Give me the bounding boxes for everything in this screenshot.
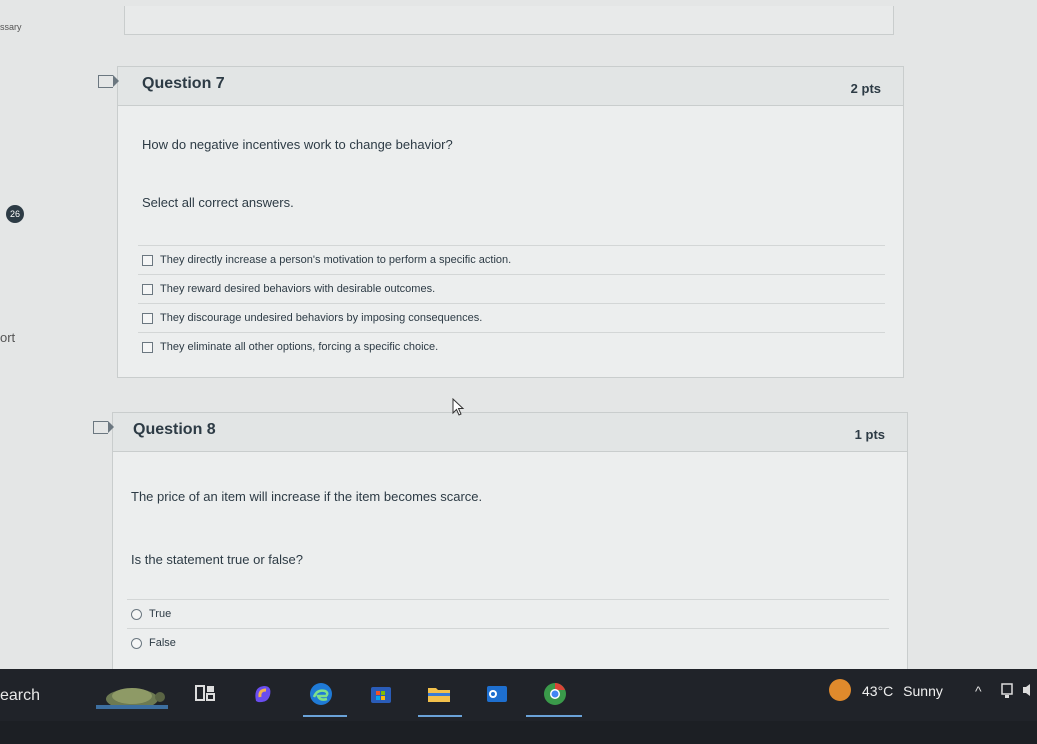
question-8-points: 1 pts [854, 427, 885, 442]
edge-icon[interactable] [308, 681, 334, 707]
volume-icon[interactable] [1022, 683, 1034, 700]
chrome-icon[interactable] [542, 681, 568, 707]
notification-badge[interactable]: 26 [6, 205, 24, 223]
explorer-active-indicator [418, 715, 462, 717]
taskbar-search[interactable]: earch [0, 687, 40, 705]
copilot-icon[interactable] [250, 681, 276, 707]
question-8-answer-list: True False [127, 599, 889, 657]
checkbox[interactable] [142, 313, 153, 324]
search-highlight-turtle-icon[interactable] [92, 675, 172, 715]
chevron-up-icon[interactable]: ^ [975, 683, 982, 699]
answer-option[interactable]: They eliminate all other options, forcin… [138, 332, 885, 361]
question-8-title: Question 8 [133, 421, 216, 438]
answer-option[interactable]: True [127, 599, 889, 628]
file-explorer-icon[interactable] [426, 681, 452, 707]
weather-description: Sunny [903, 683, 943, 699]
question-7-points: 2 pts [850, 81, 881, 96]
weather-widget[interactable]: 43°C Sunny [862, 683, 943, 699]
chrome-active-indicator [526, 715, 582, 717]
weather-temperature: 43°C [862, 683, 894, 699]
question-8-instruction: Is the statement true or false? [131, 552, 303, 567]
radio-button[interactable] [131, 609, 142, 620]
question-7-prompt: How do negative incentives work to chang… [142, 137, 453, 152]
store-icon[interactable] [368, 681, 394, 707]
checkbox[interactable] [142, 284, 153, 295]
sidebar-label-top: ssary [0, 22, 22, 32]
checkbox[interactable] [142, 255, 153, 266]
question-7-title: Question 7 [142, 75, 225, 92]
flag-question-icon[interactable] [98, 75, 119, 88]
question-8-header: Question 8 1 pts [93, 413, 907, 452]
answer-option[interactable]: False [127, 628, 889, 657]
taskbar: earch 43°C Sunny ^ [0, 669, 1037, 744]
question-7-instruction: Select all correct answers. [142, 195, 294, 210]
mouse-cursor-icon [452, 398, 465, 416]
answer-option[interactable]: They reward desired behaviors with desir… [138, 274, 885, 303]
widgets-icon[interactable] [192, 681, 218, 707]
edge-active-indicator [303, 715, 347, 717]
question-7-answer-list: They directly increase a person's motiva… [138, 245, 885, 361]
flag-question-icon[interactable] [93, 421, 114, 434]
network-icon[interactable] [1000, 683, 1014, 702]
sidebar-label-mid: ort [0, 330, 16, 345]
radio-button[interactable] [131, 638, 142, 649]
question-8-prompt: The price of an item will increase if th… [131, 489, 483, 504]
question-7-header: Question 7 2 pts [98, 67, 903, 106]
question-7-card: Question 7 2 pts How do negative incenti… [98, 66, 904, 378]
outlook-icon[interactable] [484, 681, 510, 707]
question-8-card: Question 8 1 pts The price of an item wi… [93, 412, 908, 671]
checkbox[interactable] [142, 342, 153, 353]
taskbar-row: earch 43°C Sunny ^ [0, 669, 1037, 721]
weather-sun-icon[interactable] [829, 679, 851, 701]
answer-option[interactable]: They directly increase a person's motiva… [138, 245, 885, 274]
answer-option[interactable]: They discourage undesired behaviors by i… [138, 303, 885, 332]
previous-question-box [124, 6, 894, 35]
